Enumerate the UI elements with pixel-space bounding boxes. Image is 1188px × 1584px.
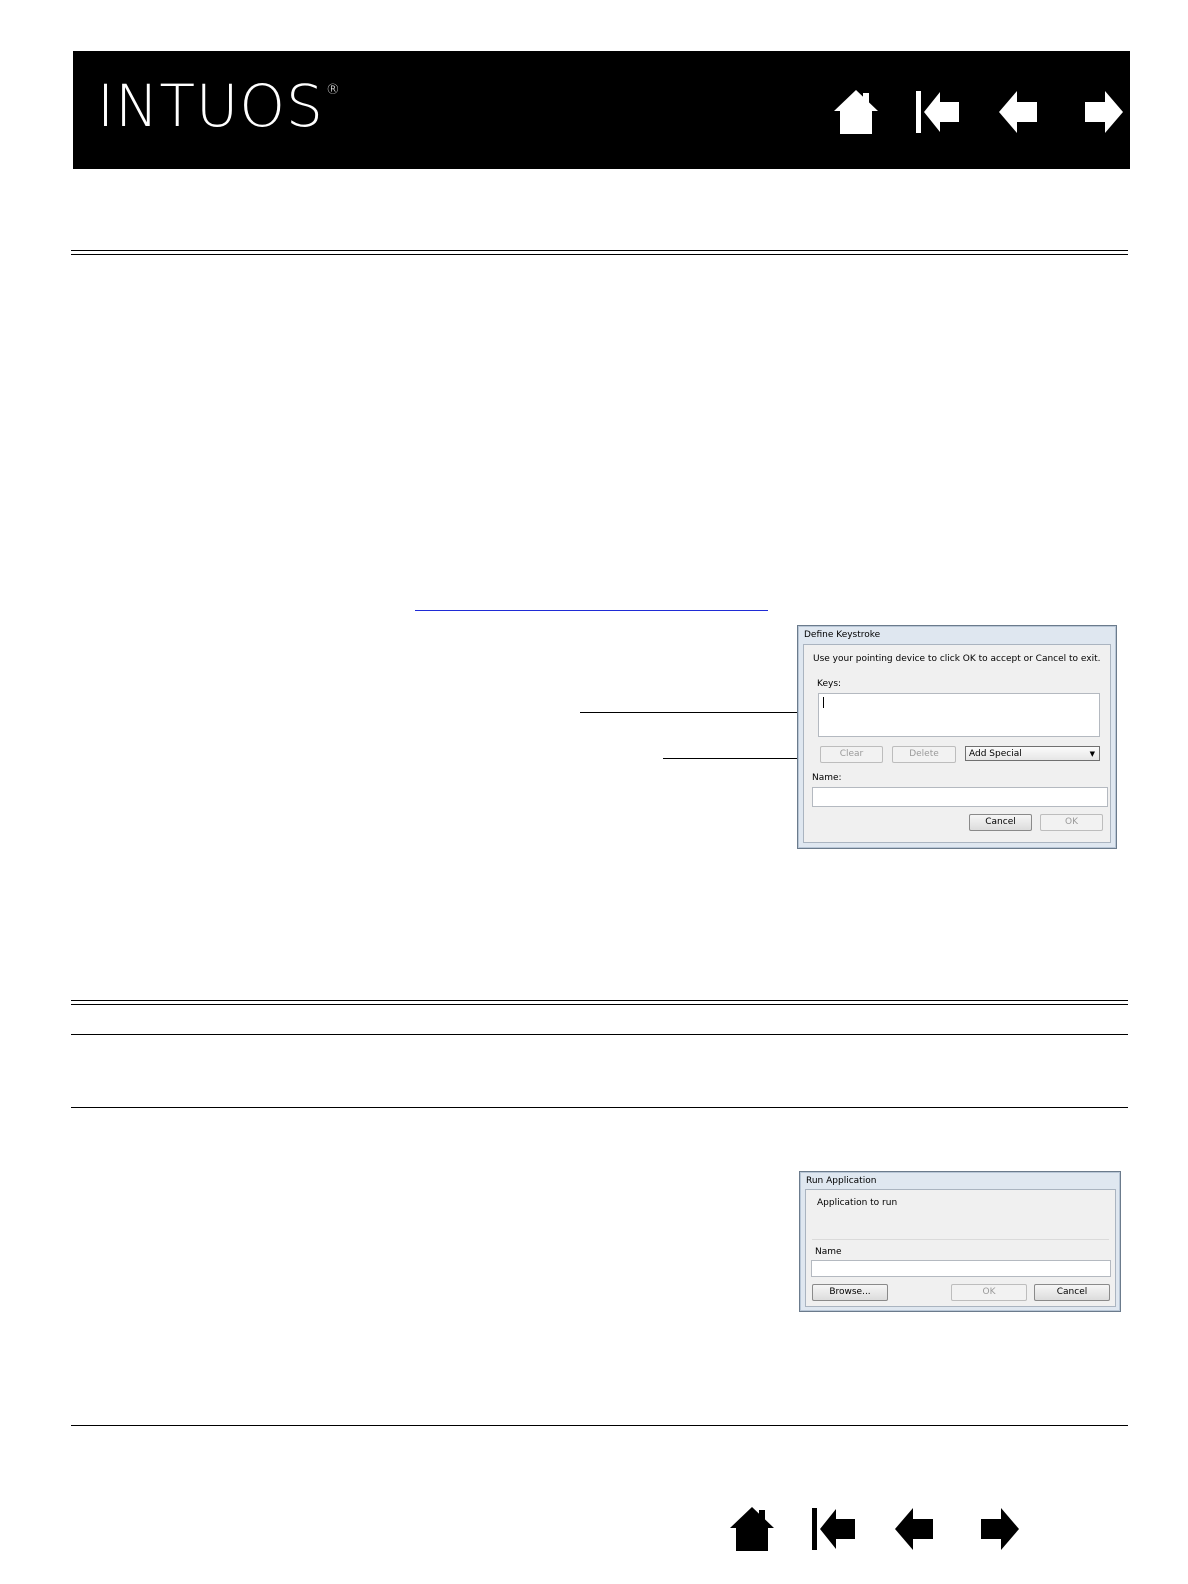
separator (812, 1239, 1109, 1240)
dialog-title: Define Keystroke (804, 630, 881, 640)
cancel-button[interactable]: Cancel (1034, 1284, 1110, 1301)
table-row-divider (71, 1107, 1128, 1108)
header-navigation (831, 87, 1159, 137)
next-page-icon[interactable] (973, 1504, 1023, 1554)
ok-button[interactable]: OK (951, 1284, 1027, 1301)
logo-text: INTUOS (97, 72, 324, 140)
section-divider-top (71, 250, 1128, 255)
dialog-body: Use your pointing device to click OK to … (803, 644, 1111, 843)
first-page-icon[interactable] (913, 87, 963, 137)
name-field[interactable] (812, 787, 1108, 807)
dropdown-arrow-icon: ▼ (1089, 750, 1095, 758)
name-field[interactable] (811, 1260, 1111, 1277)
hyperlink-underline[interactable] (415, 610, 768, 611)
cancel-button[interactable]: Cancel (969, 814, 1032, 831)
previous-page-icon[interactable] (891, 1504, 941, 1554)
instruction-text: Use your pointing device to click OK to … (813, 654, 1101, 664)
first-page-icon[interactable] (809, 1504, 859, 1554)
run-application-dialog: Run Application Application to run Name … (799, 1171, 1121, 1312)
home-icon[interactable] (727, 1504, 777, 1554)
next-page-icon[interactable] (1077, 87, 1127, 137)
keys-label: Keys: (817, 679, 842, 689)
dialog-body: Application to run Name Browse... OK Can… (805, 1189, 1116, 1307)
delete-button[interactable]: Delete (892, 746, 956, 763)
dialog-title: Run Application (806, 1176, 877, 1186)
previous-page-icon[interactable] (995, 87, 1045, 137)
home-icon[interactable] (831, 87, 881, 137)
keys-field[interactable] (818, 693, 1100, 737)
clear-button[interactable]: Clear (820, 746, 883, 763)
add-special-dropdown[interactable]: Add Special ▼ (965, 746, 1100, 761)
ok-button[interactable]: OK (1040, 814, 1103, 831)
application-to-run-label: Application to run (817, 1198, 898, 1208)
table-bottom-border (71, 1425, 1128, 1426)
add-special-label: Add Special (969, 749, 1022, 759)
registered-mark: ® (325, 82, 341, 98)
define-keystroke-dialog: Define Keystroke Use your pointing devic… (797, 625, 1117, 849)
page-header: INTUOS ® (73, 51, 1130, 169)
intuos-logo: INTUOS ® (97, 77, 341, 135)
table-row-divider (71, 1034, 1128, 1035)
table-top-border (71, 1000, 1128, 1005)
text-caret (823, 697, 824, 708)
browse-button[interactable]: Browse... (812, 1284, 888, 1301)
name-label: Name (815, 1247, 842, 1257)
footer-navigation (727, 1504, 1055, 1554)
name-label: Name: (812, 773, 842, 783)
